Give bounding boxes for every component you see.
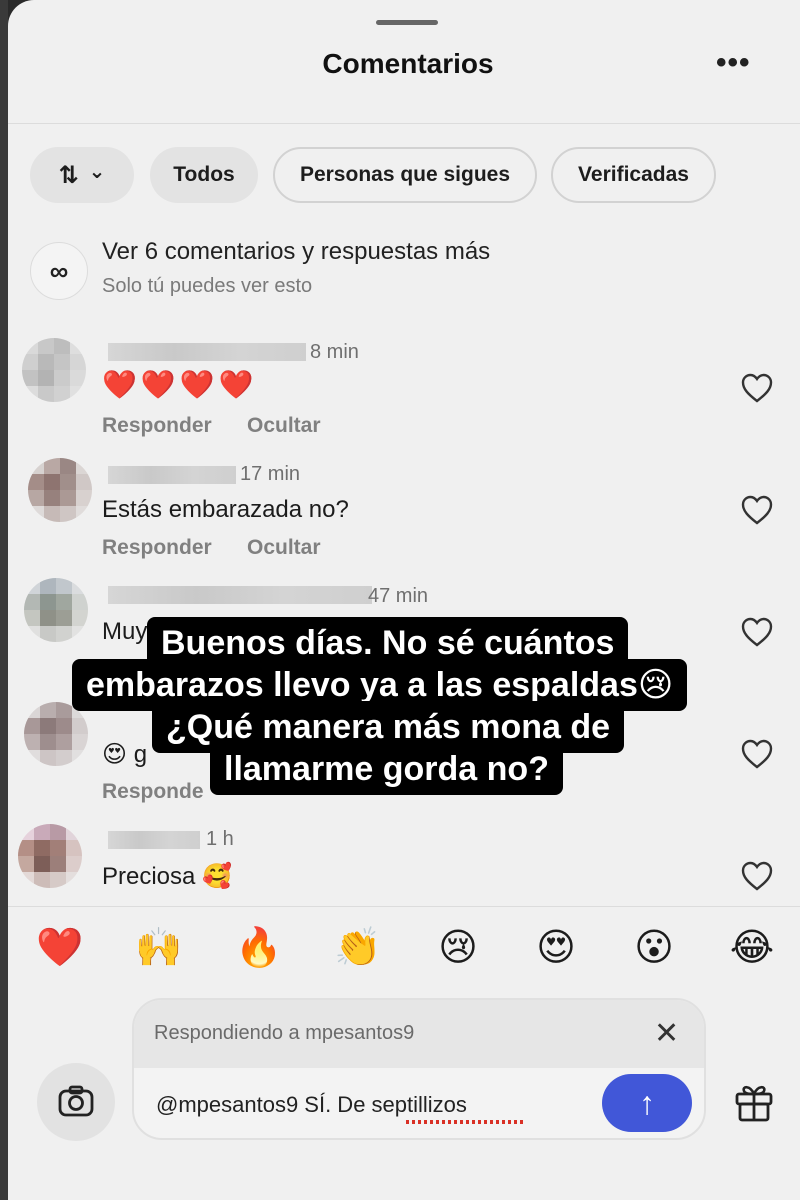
hidden-comments-link[interactable]: Ver 6 comentarios y respuestas más [102,238,490,266]
send-arrow-icon: ↑ [639,1084,655,1121]
comment-time: 1 h [206,828,234,850]
comment-text: Muy [102,618,148,645]
username-blurred[interactable] [108,343,306,361]
hidden-comments-note: Solo tú puedes ver esto [102,275,313,297]
background-edge [0,0,8,1200]
sort-button[interactable]: ⇅ ⌄ [30,147,134,203]
story-caption-line: llamarme gorda no? [210,743,563,795]
page-title: Comentarios [322,48,494,79]
comment-time: 8 min [310,341,359,363]
more-options-icon[interactable]: ••• [716,48,751,78]
username-blurred[interactable] [108,466,236,484]
reply-banner: Respondiendo a mpesantos9 ✕ [134,1000,704,1068]
spellcheck-underline [406,1120,526,1124]
comment-text: Estás embarazada no? [102,496,349,523]
sort-icon: ⇅ [58,161,79,189]
reply-button[interactable]: Respondе [102,780,204,804]
close-icon[interactable]: ✕ [654,1016,679,1051]
comment-text: Preciosa 🥰 [102,863,232,890]
chip-verified[interactable]: Verificadas [551,147,716,203]
camera-icon [58,1085,94,1117]
header-divider [8,123,800,124]
avatar[interactable] [24,578,88,642]
reaction-laughing[interactable]: 😂 [728,924,776,972]
meta-logo-icon: ∞ [30,242,88,300]
hide-button[interactable]: Ocultar [247,414,321,438]
reply-button[interactable]: Responder [102,414,212,438]
comment-time: 17 min [240,463,301,485]
heart-outline-icon[interactable] [740,494,774,526]
reaction-fire[interactable]: 🔥 [235,924,283,972]
reaction-heart-eyes[interactable]: 😍 [532,924,580,972]
drag-handle[interactable] [376,20,438,25]
comment-time: 47 min [368,585,429,607]
reaction-surprised[interactable]: 😮 [630,924,678,972]
comment-input[interactable]: @mpesantos9 SÍ. De septillizos [156,1092,556,1118]
chip-following[interactable]: Personas que sigues [273,147,537,203]
comments-sheet: Comentarios ••• ⇅ ⌄ Todos Personas que s… [8,0,800,1200]
heart-outline-icon[interactable] [740,860,774,892]
username-blurred[interactable] [108,831,200,849]
avatar[interactable] [24,702,88,766]
avatar[interactable] [22,338,86,402]
heart-outline-icon[interactable] [740,616,774,648]
comment-text: 😍 g [102,741,148,768]
avatar[interactable] [18,824,82,888]
reply-button[interactable]: Responder [102,536,212,560]
gift-icon[interactable] [732,1080,776,1124]
replying-to-label: Respondiendo a mpesantos9 [154,1022,415,1044]
reaction-raised-hands[interactable]: 🙌 [135,924,183,972]
avatar[interactable] [28,458,92,522]
username-blurred[interactable] [108,586,372,604]
camera-button[interactable] [37,1063,115,1141]
comment-text: ❤️❤️❤️❤️ [102,369,258,400]
send-button[interactable]: ↑ [602,1074,692,1132]
heart-outline-icon[interactable] [740,738,774,770]
hide-button[interactable]: Ocultar [247,536,321,560]
reaction-crying[interactable]: 😢 [434,924,482,972]
reaction-clap[interactable]: 👏 [334,924,382,972]
comment-composer: Respondiendo a mpesantos9 ✕ @mpesantos9 … [132,998,706,1140]
reactions-divider [8,906,800,907]
reaction-heart[interactable]: ❤️ [36,924,84,972]
chevron-down-icon: ⌄ [88,160,106,183]
chip-todos[interactable]: Todos [150,147,258,203]
heart-outline-icon[interactable] [740,372,774,404]
